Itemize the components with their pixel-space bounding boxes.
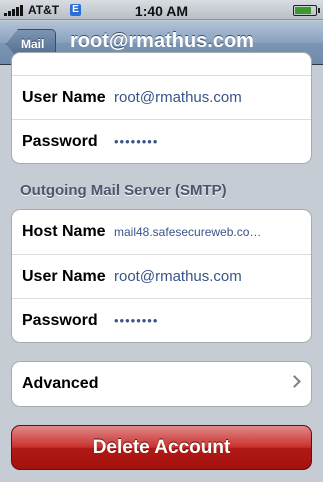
battery-icon <box>293 5 320 16</box>
outgoing-hostname-field[interactable]: mail48.safesecureweb.co… <box>114 225 261 239</box>
outgoing-username-row[interactable]: User Name root@rmathus.com <box>12 254 311 298</box>
advanced-row[interactable]: Advanced <box>12 362 311 406</box>
row-label: Password <box>22 132 98 150</box>
incoming-username-field[interactable]: root@rmathus.com <box>114 89 242 106</box>
chevron-right-icon <box>288 375 301 388</box>
incoming-username-row[interactable]: User Name root@rmathus.com <box>12 75 311 119</box>
outgoing-hostname-row[interactable]: Host Name mail48.safesecureweb.co… <box>12 210 311 254</box>
outgoing-password-row[interactable]: Password •••••••• <box>12 298 311 342</box>
advanced-group: Advanced <box>11 361 312 407</box>
row-label: User Name <box>22 267 106 285</box>
status-time: 1:40 AM <box>134 3 189 19</box>
advanced-label: Advanced <box>22 375 99 392</box>
page-title: root@rmathus.com <box>70 30 254 52</box>
delete-account-button[interactable]: Delete Account <box>11 425 312 470</box>
outgoing-server-group: Host Name mail48.safesecureweb.co… User … <box>11 209 312 343</box>
section-header-outgoing: Outgoing Mail Server (SMTP) <box>20 182 227 199</box>
incoming-server-group: User Name root@rmathus.com Password ••••… <box>11 52 312 164</box>
row-label: User Name <box>22 88 106 106</box>
row-label: Host Name <box>22 223 106 240</box>
incoming-password-row[interactable]: Password •••••••• <box>12 119 311 163</box>
outgoing-username-field[interactable]: root@rmathus.com <box>114 268 242 285</box>
incoming-password-field[interactable]: •••••••• <box>114 134 158 149</box>
status-bar: AT&T E 1:40 AM <box>0 0 323 20</box>
incoming-host-row-partial <box>12 53 311 75</box>
row-label: Password <box>22 311 98 329</box>
outgoing-password-field[interactable]: •••••••• <box>114 313 158 328</box>
